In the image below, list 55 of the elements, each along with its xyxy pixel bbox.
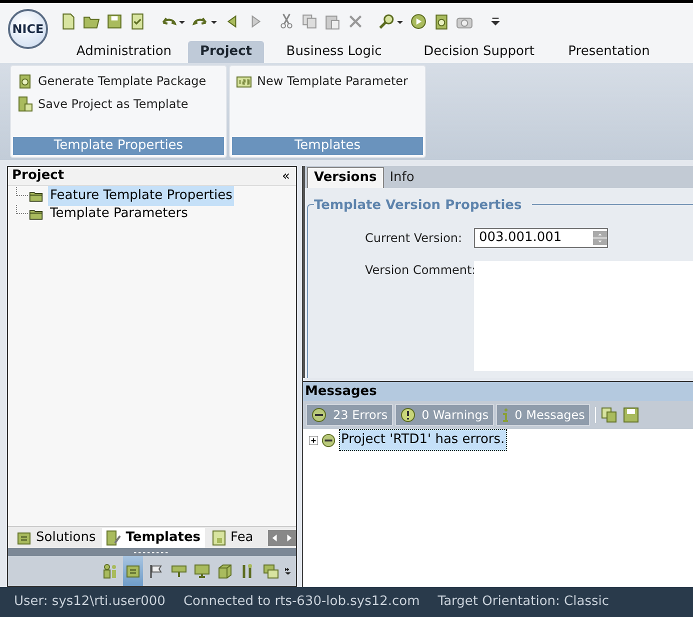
ribbon-tab[interactable]: Administration <box>60 41 188 63</box>
cut-icon[interactable] <box>278 13 295 30</box>
people-icon <box>102 563 118 579</box>
ribbon-tab[interactable]: Presentation <box>554 41 664 63</box>
tree-item[interactable]: Template Parameters <box>48 204 190 224</box>
message-item[interactable]: Project 'RTD1' has errors. <box>339 429 507 451</box>
pane-title: Project <box>12 167 64 186</box>
folder-icon <box>28 207 44 221</box>
info-icon <box>500 407 509 423</box>
field-label: Current Version: <box>364 230 464 247</box>
paste-icon[interactable] <box>324 13 341 30</box>
pane-tab[interactable]: Templates <box>102 528 205 548</box>
check-document-icon[interactable] <box>129 13 146 30</box>
status-text: User: sys12\rti.user000 <box>14 593 166 612</box>
collapse-button[interactable]: « <box>280 170 292 182</box>
error-icon <box>321 432 336 448</box>
field-label: Version Comment: <box>364 262 474 279</box>
document-icon <box>210 530 227 546</box>
ribbon-tab[interactable]: Business Logic <box>264 41 404 63</box>
spinner-icon[interactable] <box>593 229 607 247</box>
windows-icon <box>263 563 279 579</box>
tree-item[interactable]: Feature Template Properties <box>48 186 234 206</box>
ribbon-command[interactable]: Generate Template Package <box>17 71 206 91</box>
search-icon[interactable] <box>378 13 395 30</box>
play-icon[interactable] <box>410 13 427 30</box>
pane-tab[interactable]: Fea <box>206 528 258 548</box>
group-title: Template Properties <box>13 137 224 155</box>
document-icon <box>106 530 122 546</box>
projector-icon <box>171 563 187 579</box>
copy-icon[interactable] <box>600 407 617 423</box>
ribbon-tab[interactable]: Decision Support <box>404 41 554 63</box>
cube-icon <box>217 563 233 579</box>
version-field[interactable]: 003.001.001 <box>474 228 608 248</box>
status-text: Connected to rts-630-lob.sys12.com <box>183 593 420 612</box>
ribbon-command[interactable]: Save Project as Template <box>17 94 188 114</box>
editor-tab[interactable]: Info <box>384 167 420 188</box>
error-icon <box>311 407 327 423</box>
ribbon-command[interactable]: New Template Parameter <box>236 71 408 91</box>
editor-tab[interactable]: Versions <box>307 167 384 188</box>
panel-title: Messages <box>303 381 693 401</box>
panel-icon <box>125 563 141 579</box>
group-title: Templates <box>232 137 423 155</box>
warning-icon <box>400 407 416 423</box>
flag-icon <box>148 563 164 579</box>
monitor-icon <box>194 563 210 579</box>
expand-icon[interactable] <box>309 436 318 444</box>
document-icon <box>16 530 32 546</box>
grip-handle-icon[interactable] <box>134 550 170 554</box>
delete-icon[interactable] <box>347 13 364 30</box>
status-text: Target Orientation: Classic <box>438 593 610 612</box>
new-file-icon[interactable] <box>60 13 77 30</box>
pane-tab[interactable]: Solutions <box>12 528 100 548</box>
folder-icon <box>28 189 44 203</box>
ribbon-tab[interactable]: Project <box>188 41 264 63</box>
copy-icon[interactable] <box>301 13 318 30</box>
